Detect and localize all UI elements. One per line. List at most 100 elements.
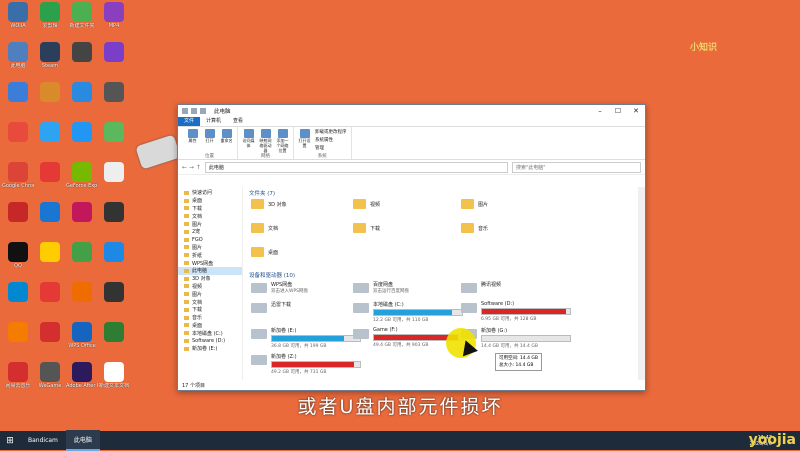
- desktop-icon[interactable]: Adobe After Effects 2020: [66, 362, 98, 389]
- drive-item[interactable]: 本地磁盘 (C:) 12.2 GB 可用，共 110 GB: [353, 301, 463, 323]
- folder-item[interactable]: 图片: [461, 199, 488, 209]
- tab-file[interactable]: 文件: [178, 117, 201, 126]
- system-properties-link[interactable]: 系统属性: [315, 137, 347, 143]
- desktop-icon[interactable]: WOIIA: [2, 2, 34, 29]
- desktop-icon[interactable]: [34, 162, 66, 183]
- desktop-icon[interactable]: [2, 202, 34, 223]
- desktop-icon[interactable]: QQ: [2, 242, 34, 269]
- nav-item[interactable]: 本地磁盘 (C:): [178, 329, 242, 337]
- nav-item[interactable]: 此电脑: [178, 266, 242, 275]
- desktop-icon[interactable]: [98, 322, 130, 343]
- desktop-icon[interactable]: [98, 82, 130, 103]
- desktop-icon[interactable]: [98, 242, 130, 263]
- desktop-icon[interactable]: [98, 122, 130, 143]
- minimize-button[interactable]: –: [591, 107, 609, 115]
- nav-item[interactable]: 图片: [178, 220, 242, 228]
- open-settings-button[interactable]: 打开设置: [298, 129, 311, 148]
- nav-item[interactable]: 视频: [178, 283, 242, 291]
- drive-item[interactable]: 腾讯视频: [461, 281, 501, 293]
- access-media-button[interactable]: 访问媒体: [242, 129, 255, 148]
- nav-item[interactable]: 桌面: [178, 322, 242, 330]
- desktop-icon[interactable]: 新建文本文档: [98, 362, 130, 389]
- folder-item[interactable]: 视频: [353, 199, 380, 209]
- nav-item[interactable]: 桌面: [178, 197, 242, 205]
- drive-item[interactable]: 百度网盘 双击运行百度网盘: [353, 281, 409, 294]
- properties-button[interactable]: 属性: [186, 129, 199, 143]
- drive-item[interactable]: Software (D:) 6.95 GB 可用，共 128 GB: [461, 301, 571, 322]
- desktop-icon[interactable]: GeForce Experience: [66, 162, 98, 189]
- drive-item[interactable]: 新加卷 (Z:) 49.2 GB 可用，共 731 GB: [251, 353, 361, 375]
- nav-buttons[interactable]: ← → ↑: [182, 164, 201, 171]
- desktop-icon[interactable]: [2, 322, 34, 343]
- nav-item[interactable]: 图片: [178, 244, 242, 252]
- quick-access-toolbar[interactable]: [182, 108, 206, 114]
- nav-item[interactable]: 3D 对象: [178, 275, 242, 283]
- folder-item[interactable]: 下载: [353, 223, 380, 233]
- desktop-icon[interactable]: [2, 282, 34, 303]
- desktop-icon[interactable]: 网易云音乐: [2, 362, 34, 389]
- desktop-icon[interactable]: [34, 122, 66, 143]
- folder-item[interactable]: 音乐: [461, 223, 488, 233]
- desktop-icon[interactable]: [66, 82, 98, 103]
- nav-item[interactable]: 下载: [178, 306, 242, 314]
- folder-item[interactable]: 文档: [251, 223, 278, 233]
- nav-item[interactable]: WPS网盘: [178, 259, 242, 267]
- desktop-icon[interactable]: Google Chrome: [2, 162, 34, 189]
- nav-item[interactable]: 文档: [178, 212, 242, 220]
- desktop-icon[interactable]: [66, 242, 98, 263]
- vertical-scrollbar[interactable]: [638, 187, 645, 380]
- task-bandicam[interactable]: Bandicam: [20, 431, 66, 450]
- drive-item[interactable]: 新加卷 (E:) 36.8 GB 可用，共 199 GB: [251, 327, 361, 349]
- desktop-icon[interactable]: [2, 82, 34, 103]
- desktop-icon[interactable]: [66, 282, 98, 303]
- drive-item[interactable]: 迅雷下载: [251, 301, 291, 313]
- drive-item[interactable]: WPS网盘 双击进入WPS网盘: [251, 281, 308, 294]
- nav-item[interactable]: FGO: [178, 236, 242, 244]
- desktop-icon[interactable]: [34, 282, 66, 303]
- desktop-icon[interactable]: MP4: [98, 2, 130, 29]
- maximize-button[interactable]: ☐: [609, 107, 627, 115]
- desktop-icon[interactable]: 爱剪辑: [34, 2, 66, 29]
- add-network-location-button[interactable]: 添加一个网络位置: [276, 129, 289, 153]
- desktop-icon[interactable]: [98, 282, 130, 303]
- desktop-icon[interactable]: [2, 122, 34, 143]
- open-button[interactable]: 打开: [203, 129, 216, 143]
- map-network-drive-button[interactable]: 映射网络驱动器: [259, 129, 272, 153]
- folder-item[interactable]: 3D 对象: [251, 199, 287, 209]
- desktop-icon[interactable]: [34, 242, 66, 263]
- desktop-icon[interactable]: [34, 322, 66, 343]
- manage-link[interactable]: 管理: [315, 145, 347, 151]
- task-this-pc[interactable]: 此电脑: [65, 430, 100, 451]
- nav-item[interactable]: Software (D:): [178, 337, 242, 345]
- desktop-icon[interactable]: [98, 162, 130, 183]
- desktop-icon[interactable]: 此电脑: [2, 42, 34, 69]
- desktop-icon[interactable]: [34, 82, 66, 103]
- desktop-icon[interactable]: WPS Office: [66, 322, 98, 349]
- uninstall-program-link[interactable]: 卸载或更改程序: [315, 129, 347, 135]
- desktop-icon[interactable]: [66, 122, 98, 143]
- desktop-icon[interactable]: [66, 42, 98, 63]
- nav-item[interactable]: 2宠: [178, 228, 242, 236]
- address-bar[interactable]: 此电脑: [204, 161, 508, 173]
- desktop-icon[interactable]: [34, 202, 66, 223]
- nav-item[interactable]: 新加卷 (E:): [178, 345, 242, 353]
- nav-item[interactable]: 下载: [178, 205, 242, 213]
- desktop-icon[interactable]: [66, 202, 98, 223]
- desktop-icon[interactable]: WeGame: [34, 362, 66, 389]
- nav-item[interactable]: 音乐: [178, 314, 242, 322]
- tab-view[interactable]: 查看: [227, 117, 249, 126]
- rename-button[interactable]: 重命名: [220, 129, 233, 143]
- search-input[interactable]: 搜索"此电脑": [512, 161, 641, 173]
- desktop-icon[interactable]: Steam: [34, 42, 66, 69]
- tab-computer[interactable]: 计算机: [200, 117, 227, 126]
- drive-item[interactable]: 新加卷 (G:) 14.4 GB 可用，共 14.4 GB: [461, 327, 571, 349]
- nav-item[interactable]: 折纸: [178, 251, 242, 259]
- desktop-icon[interactable]: [98, 42, 130, 63]
- start-button[interactable]: ⊞: [0, 436, 20, 446]
- nav-item[interactable]: 图片: [178, 290, 242, 298]
- nav-item[interactable]: 快速访问: [178, 189, 242, 197]
- nav-item[interactable]: 文档: [178, 298, 242, 306]
- desktop-icon[interactable]: 新建文件夹: [66, 2, 98, 29]
- folders-header[interactable]: 文件夹 (7): [249, 189, 275, 197]
- folder-item[interactable]: 桌面: [251, 247, 278, 257]
